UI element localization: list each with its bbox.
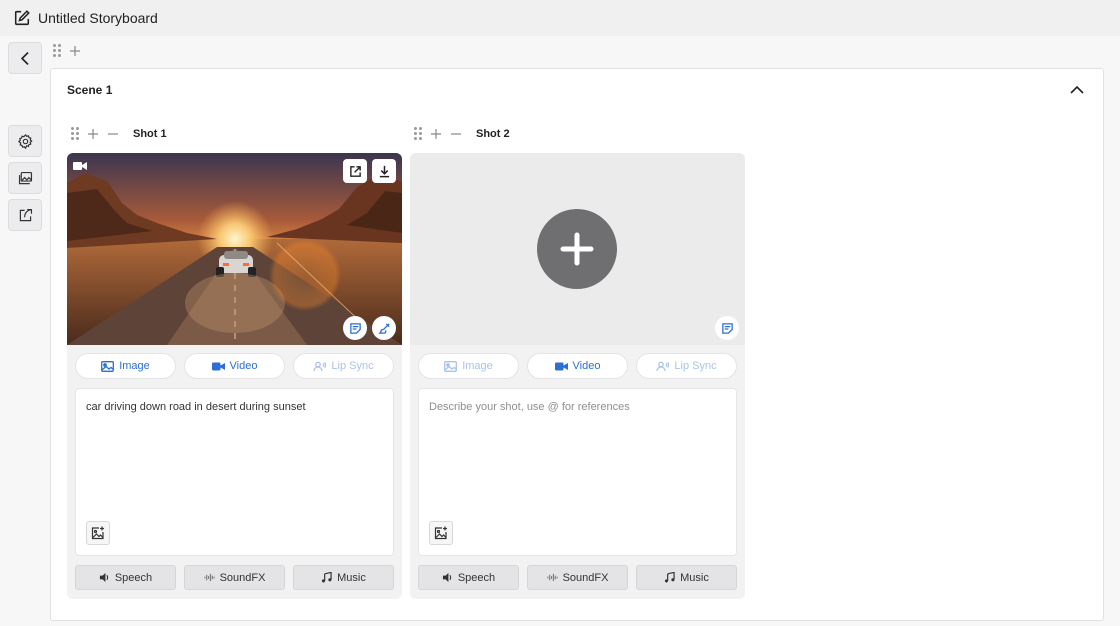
shot-2-card: Image Video Lip Sync Describe your shot,… xyxy=(410,153,745,599)
music-note-icon xyxy=(322,572,332,583)
download-button[interactable] xyxy=(372,159,396,183)
video-camera-icon xyxy=(554,362,568,370)
add-reference-image-button[interactable] xyxy=(86,521,110,545)
scene-panel: Scene 1 Shot 1 Shot 2 Image Video Lip Sy… xyxy=(50,68,1104,621)
speaker-icon xyxy=(99,572,109,583)
soundfx-button[interactable]: SoundFX xyxy=(527,565,628,590)
drag-handle-icon[interactable] xyxy=(71,127,79,140)
image-tab[interactable]: Image xyxy=(418,353,519,379)
image-stack-icon xyxy=(18,171,32,184)
shot-label: Shot 2 xyxy=(476,127,510,140)
scene-title: Scene 1 xyxy=(67,83,113,97)
shot-2-audio-buttons: Speech SoundFX Music xyxy=(418,565,737,590)
waveform-icon xyxy=(203,573,215,582)
lip-sync-icon xyxy=(656,361,670,371)
share-button[interactable] xyxy=(8,199,42,231)
video-camera-icon xyxy=(73,162,87,170)
speech-button[interactable]: Speech xyxy=(75,565,176,590)
shot-1-video-thumbnail[interactable] xyxy=(67,153,402,345)
shot-1-mode-tabs: Image Video Lip Sync xyxy=(75,353,394,379)
add-image-icon xyxy=(91,526,104,540)
waveform-icon xyxy=(546,573,558,582)
brush-icon xyxy=(377,322,390,334)
music-note-icon xyxy=(665,572,675,583)
back-icon xyxy=(20,51,29,65)
video-camera-icon xyxy=(211,362,225,370)
shot-1-card: Image Video Lip Sync car driving down ro… xyxy=(67,153,402,599)
scene-toolbar xyxy=(53,44,81,57)
add-shot-icon[interactable] xyxy=(430,128,442,140)
lip-sync-icon xyxy=(313,361,327,371)
chevron-up-icon[interactable] xyxy=(1069,84,1085,96)
image-icon xyxy=(444,360,458,372)
external-link-icon xyxy=(349,165,361,177)
open-external-button[interactable] xyxy=(343,159,367,183)
image-tab[interactable]: Image xyxy=(75,353,176,379)
notes-button[interactable] xyxy=(715,316,739,340)
lip-sync-tab[interactable]: Lip Sync xyxy=(636,353,737,379)
shot-2-mode-tabs: Image Video Lip Sync xyxy=(418,353,737,379)
gallery-button[interactable] xyxy=(8,162,42,194)
note-icon xyxy=(349,322,361,334)
remove-shot-icon[interactable] xyxy=(107,128,119,140)
music-button[interactable]: Music xyxy=(293,565,394,590)
add-reference-image-button[interactable] xyxy=(429,521,453,545)
notes-button[interactable] xyxy=(343,316,367,340)
edit-icon[interactable] xyxy=(13,9,31,27)
add-image-icon xyxy=(434,526,447,540)
plus-icon xyxy=(560,232,594,266)
video-tab[interactable]: Video xyxy=(184,353,285,379)
add-scene-icon[interactable] xyxy=(69,45,81,57)
image-icon xyxy=(101,360,115,372)
shot-2-media-placeholder[interactable] xyxy=(410,153,745,345)
share-icon xyxy=(19,208,32,221)
shot-1-header: Shot 1 xyxy=(71,127,167,140)
remove-shot-icon[interactable] xyxy=(450,128,462,140)
settings-button[interactable] xyxy=(8,125,42,157)
music-button[interactable]: Music xyxy=(636,565,737,590)
prompt-text[interactable]: car driving down road in desert during s… xyxy=(86,401,306,413)
soundfx-button[interactable]: SoundFX xyxy=(184,565,285,590)
lip-sync-tab[interactable]: Lip Sync xyxy=(293,353,394,379)
gear-icon xyxy=(17,133,33,149)
add-shot-icon[interactable] xyxy=(87,128,99,140)
prompt-placeholder[interactable]: Describe your shot, use @ for references xyxy=(429,401,630,413)
shot-2-prompt-field[interactable]: Describe your shot, use @ for references xyxy=(418,388,737,556)
drag-handle-icon[interactable] xyxy=(414,127,422,140)
download-icon xyxy=(379,165,389,177)
shot-1-prompt-field[interactable]: car driving down road in desert during s… xyxy=(75,388,394,556)
drag-handle-icon[interactable] xyxy=(53,44,61,57)
speech-button[interactable]: Speech xyxy=(418,565,519,590)
back-button[interactable] xyxy=(8,42,42,74)
shot-2-header: Shot 2 xyxy=(414,127,510,140)
speaker-icon xyxy=(442,572,452,583)
top-bar: Untitled Storyboard xyxy=(0,0,1120,36)
storyboard-title[interactable]: Untitled Storyboard xyxy=(38,10,158,26)
shot-1-audio-buttons: Speech SoundFX Music xyxy=(75,565,394,590)
note-icon xyxy=(721,322,733,334)
video-tab[interactable]: Video xyxy=(527,353,628,379)
add-media-button[interactable] xyxy=(537,209,617,289)
magic-edit-button[interactable] xyxy=(372,316,396,340)
shot-label: Shot 1 xyxy=(133,127,167,140)
